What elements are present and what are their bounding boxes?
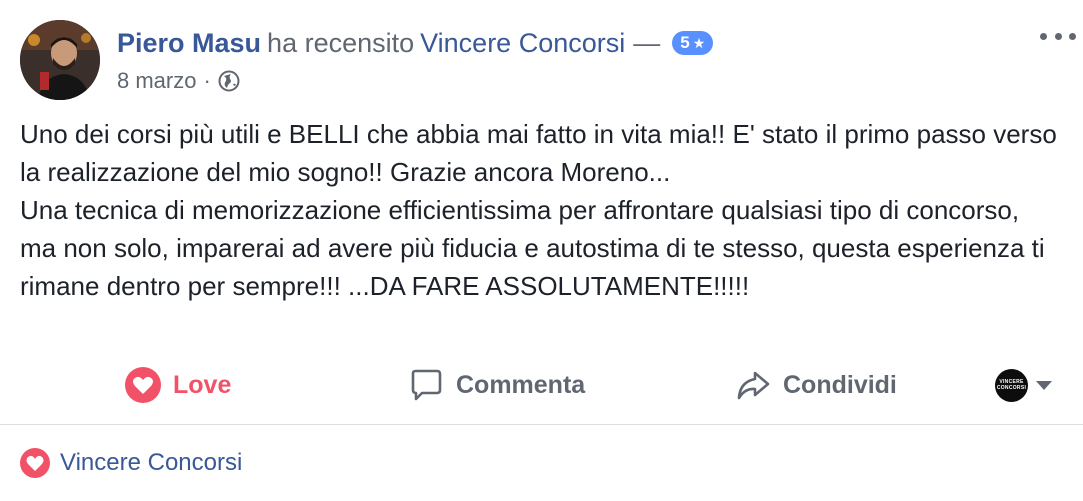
comment-button[interactable]: Commenta bbox=[408, 360, 585, 410]
review-post: Piero Masu ha recensito Vincere Concorsi… bbox=[0, 0, 1083, 501]
rating-value: 5 bbox=[680, 33, 690, 52]
author-name[interactable]: Piero Masu bbox=[117, 28, 261, 59]
reactions-summary[interactable]: Vincere Concorsi bbox=[20, 446, 242, 480]
page-link[interactable]: Vincere Concorsi bbox=[420, 28, 625, 59]
meta-separator: · bbox=[203, 68, 211, 93]
comment-label: Commenta bbox=[456, 370, 586, 399]
globe-icon[interactable] bbox=[218, 70, 240, 92]
divider bbox=[0, 424, 1083, 425]
post-paragraph: Uno dei corsi più utili e BELLI che abbi… bbox=[20, 119, 1057, 187]
caret-down-icon bbox=[1036, 380, 1052, 390]
reactor-name[interactable]: Vincere Concorsi bbox=[60, 449, 242, 477]
share-icon bbox=[737, 371, 770, 400]
dash-separator: — bbox=[633, 27, 661, 58]
post-meta: 8 marzo · bbox=[117, 66, 240, 96]
share-button[interactable]: Condividi bbox=[735, 360, 897, 410]
comment-icon bbox=[411, 369, 442, 401]
more-options-icon[interactable] bbox=[1040, 26, 1076, 46]
action-bar: Love Commenta Condividi VINCERE CONCORSI bbox=[0, 360, 1083, 410]
heart-icon bbox=[125, 367, 161, 403]
page-selector[interactable]: VINCERE CONCORSI bbox=[995, 368, 1052, 402]
post-date[interactable]: 8 marzo bbox=[117, 68, 196, 94]
review-header: Piero Masu ha recensito Vincere Concorsi… bbox=[117, 26, 714, 60]
post-body: Uno dei corsi più utili e BELLI che abbi… bbox=[20, 115, 1060, 305]
love-button[interactable]: Love bbox=[125, 360, 231, 410]
review-verb: ha recensito bbox=[267, 27, 415, 58]
rating-badge: 5 ★ bbox=[672, 31, 714, 55]
love-label: Love bbox=[173, 370, 232, 399]
post-paragraph: Una tecnica di memorizzazione efficienti… bbox=[20, 195, 1045, 301]
star-icon: ★ bbox=[692, 34, 706, 51]
page-avatar: VINCERE CONCORSI bbox=[995, 368, 1028, 402]
heart-icon bbox=[20, 448, 50, 478]
share-label: Condividi bbox=[783, 370, 897, 399]
author-avatar[interactable] bbox=[20, 20, 100, 100]
